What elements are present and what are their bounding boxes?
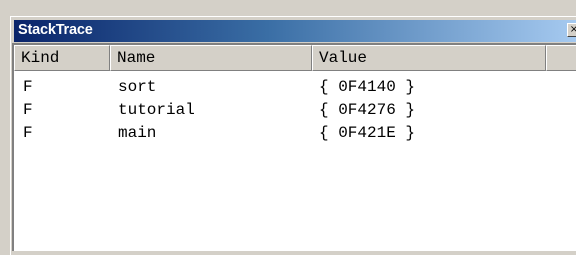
stack-trace-list[interactable]: Kind Name Value F sort { 0F4140 } F tuto… — [12, 43, 576, 251]
column-header-kind[interactable]: Kind — [14, 45, 110, 71]
name-cell: main — [118, 124, 157, 142]
close-icon: × — [570, 24, 576, 35]
column-header-value[interactable]: Value — [312, 45, 546, 71]
kind-cell: F — [23, 101, 33, 119]
table-row[interactable]: F main { 0F421E } — [14, 121, 576, 145]
column-header-row: Kind Name Value — [14, 45, 576, 71]
value-cell: { 0F4276 } — [319, 101, 416, 119]
name-cell: tutorial — [118, 101, 195, 119]
value-cell: { 0F4140 } — [319, 78, 416, 96]
table-row[interactable]: F sort { 0F4140 } — [14, 75, 576, 99]
name-cell: sort — [118, 78, 157, 96]
close-button[interactable]: × — [567, 23, 576, 37]
value-cell: { 0F421E } — [319, 124, 416, 142]
window-frame: StackTrace × Kind Name Value F sort { 0F… — [0, 0, 576, 255]
column-header-filler — [546, 45, 576, 71]
kind-cell: F — [23, 124, 33, 142]
title-bar[interactable]: StackTrace × — [14, 20, 576, 42]
table-row[interactable]: F tutorial { 0F4276 } — [14, 98, 576, 122]
kind-cell: F — [23, 78, 33, 96]
column-header-name[interactable]: Name — [110, 45, 312, 71]
window-title: StackTrace — [18, 22, 93, 38]
